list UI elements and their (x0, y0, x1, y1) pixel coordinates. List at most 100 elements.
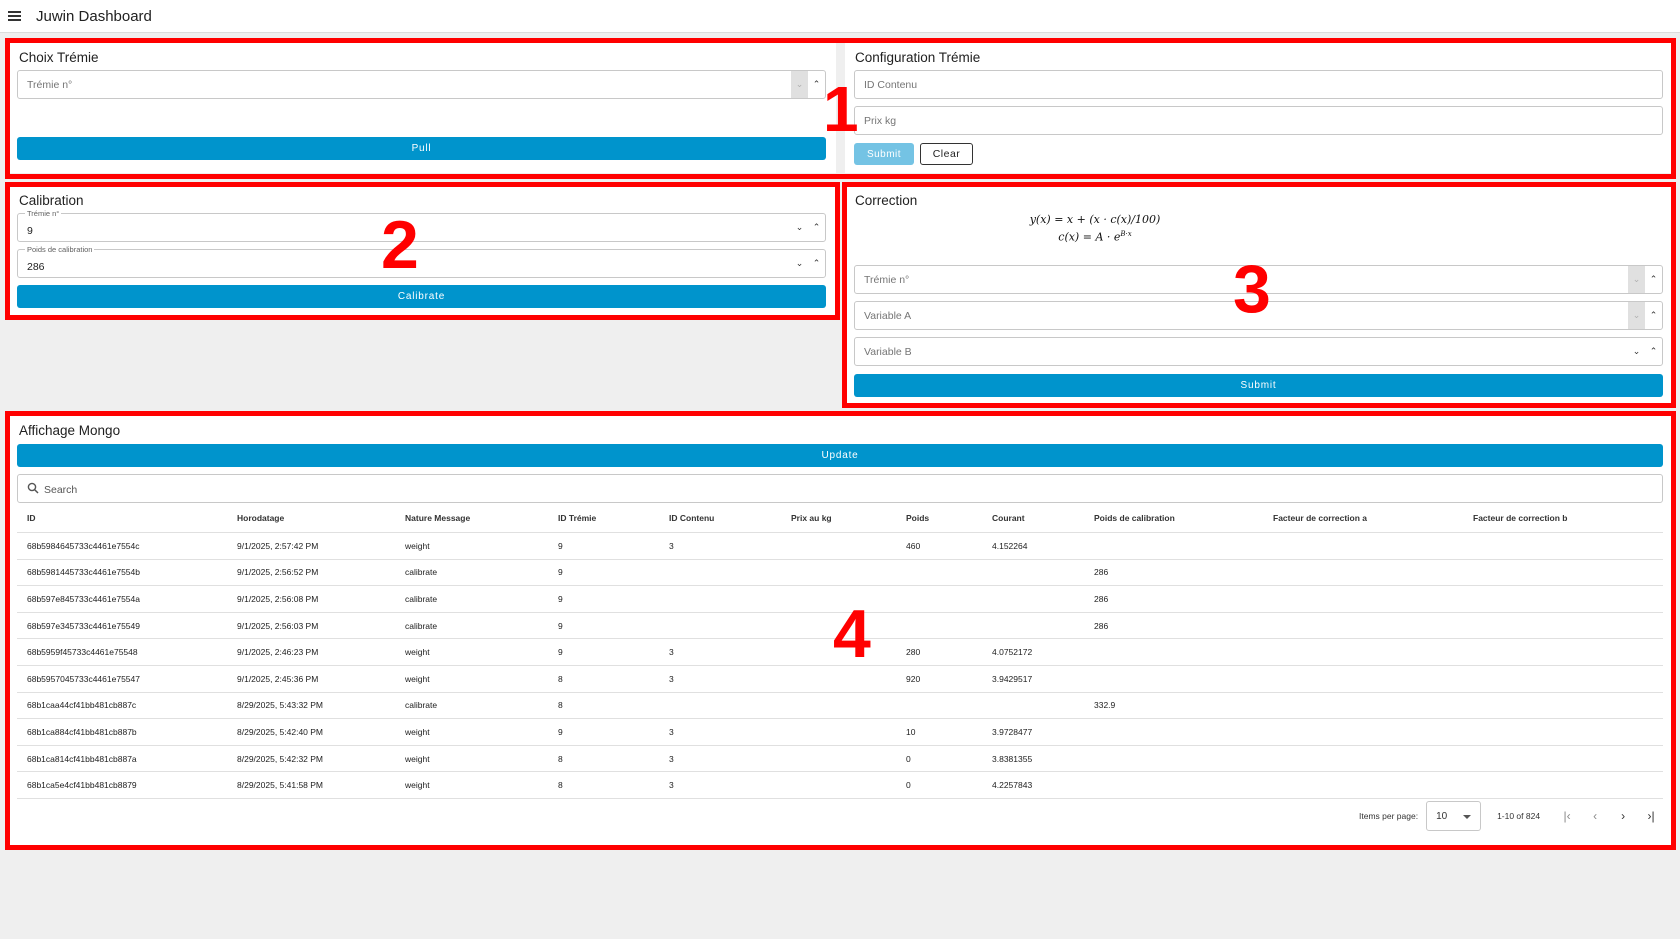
table-row: 68b597e845733c4461e7554a 9/1/2025, 2:56:0… (17, 586, 1663, 613)
table-cell: 8 (558, 753, 563, 764)
table-cell: 68b597e345733c4461e75549 (27, 620, 140, 631)
correction-submit-button[interactable]: Submit (854, 374, 1663, 397)
config-tremie-panel: Configuration Trémie ID Contenu Prix kg … (845, 42, 1671, 173)
calibrate-button[interactable]: Calibrate (17, 285, 826, 308)
menu-icon[interactable] (8, 11, 21, 21)
table-cell: 9/1/2025, 2:56:03 PM (237, 620, 319, 631)
chevron-down-icon: ⌄ (1628, 302, 1645, 329)
table-row: 68b1ca884cf41bb481cb887b 8/29/2025, 5:42:… (17, 719, 1663, 746)
prix-kg-input[interactable]: Prix kg (854, 106, 1663, 135)
chevron-down-icon[interactable]: ⌄ (791, 250, 808, 277)
table-cell: 9 (558, 567, 563, 578)
table-cell: 0 (906, 780, 911, 791)
column-header: Nature Message (405, 513, 471, 523)
table-cell: 3 (669, 647, 674, 658)
table-cell: 3 (669, 753, 674, 764)
choix-tremie-title: Choix Trémie (19, 50, 99, 65)
table-cell: 68b1ca814cf41bb481cb887a (27, 753, 137, 764)
variable-b-placeholder: Variable B (864, 346, 912, 358)
chevron-up-icon[interactable]: ⌃ (1645, 266, 1662, 293)
column-header: Facteur de correction b (1473, 513, 1568, 523)
correction-title: Correction (855, 193, 918, 208)
table-cell: 286 (1094, 567, 1109, 578)
table-row: 68b1caa44cf41bb481cb887c 8/29/2025, 5:43:… (17, 693, 1663, 720)
table-cell: 3 (669, 780, 674, 791)
variable-b-input[interactable]: Variable B ⌄ ⌃ (854, 337, 1663, 366)
choix-tremie-panel: Choix Trémie Trémie n° ⌄ ⌃ Pull (9, 42, 836, 173)
caret-down-icon (1463, 815, 1472, 819)
config-clear-button[interactable]: Clear (920, 143, 973, 165)
table-cell: 3 (669, 673, 674, 684)
table-cell: 9 (558, 620, 563, 631)
chevron-down-icon[interactable]: ⌄ (1628, 338, 1645, 365)
table-cell: 68b1caa44cf41bb481cb887c (27, 700, 137, 711)
column-header: Horodatage (237, 513, 285, 523)
column-header: ID Trémie (558, 513, 597, 523)
table-cell: 9/1/2025, 2:56:52 PM (237, 567, 319, 578)
variable-a-placeholder: Variable A (864, 310, 912, 322)
table-cell: 68b5959f45733c4461e75548 (27, 647, 138, 658)
table-body: 68b5984645733c4461e7554c 9/1/2025, 2:57:4… (17, 533, 1663, 799)
chevron-up-icon[interactable]: ⌃ (808, 250, 825, 277)
table-cell: 286 (1094, 593, 1109, 604)
chevron-down-icon[interactable]: ⌄ (791, 214, 808, 241)
table-cell: 68b5984645733c4461e7554c (27, 540, 140, 551)
choix-tremie-input[interactable]: Trémie n° ⌄ ⌃ (17, 70, 826, 99)
search-input[interactable]: Search (17, 474, 1663, 503)
next-page-icon[interactable]: › (1614, 807, 1632, 825)
table-cell: 920 (906, 673, 921, 684)
chevron-up-icon[interactable]: ⌃ (808, 71, 825, 98)
update-button[interactable]: Update (17, 444, 1663, 467)
formula-c: c(x) = A · eB·x (995, 230, 1195, 244)
prix-kg-placeholder: Prix kg (864, 115, 897, 127)
table-cell: 280 (906, 647, 921, 658)
table-cell: calibrate (405, 620, 438, 631)
table-cell: 8/29/2025, 5:43:32 PM (237, 700, 324, 711)
table-header: ID Horodatage Nature Message ID Trémie ID Co… (17, 504, 1663, 533)
table-cell: 8 (558, 780, 563, 791)
table-cell: 3.8381355 (992, 753, 1033, 764)
previous-page-icon[interactable]: ‹ (1586, 807, 1604, 825)
table-row: 68b1ca5e4cf41bb481cb8879 8/29/2025, 5:41:… (17, 772, 1663, 799)
poids-calibration-label: Poids de calibration (25, 245, 95, 254)
table-cell: 9 (558, 540, 563, 551)
calibration-title: Calibration (19, 193, 84, 208)
table-cell: weight (405, 647, 430, 658)
variable-a-input[interactable]: Variable A ⌄ ⌃ (854, 301, 1663, 330)
table-cell: 3 (669, 726, 674, 737)
table-cell: 68b5957045733c4461e75547 (27, 673, 140, 684)
table-cell: 8/29/2025, 5:41:58 PM (237, 780, 324, 791)
chevron-up-icon[interactable]: ⌃ (1645, 302, 1662, 329)
table-cell: 4.2257843 (992, 780, 1033, 791)
chevron-up-icon[interactable]: ⌃ (808, 214, 825, 241)
table-cell: weight (405, 780, 430, 791)
config-tremie-title: Configuration Trémie (855, 50, 981, 65)
table-cell: 460 (906, 540, 921, 551)
items-per-page-select[interactable]: 10 (1426, 801, 1482, 831)
table-row: 68b5959f45733c4461e75548 9/1/2025, 2:46:2… (17, 639, 1663, 666)
id-contenu-placeholder: ID Contenu (864, 79, 918, 91)
first-page-icon[interactable]: |‹ (1558, 807, 1576, 825)
table-cell: 9 (558, 593, 563, 604)
table-cell: 8 (558, 673, 563, 684)
correction-tremie-input[interactable]: Trémie n° ⌄ ⌃ (854, 265, 1663, 294)
table-cell: 68b1ca884cf41bb481cb887b (27, 726, 137, 737)
pull-button[interactable]: Pull (17, 137, 826, 160)
last-page-icon[interactable]: ›| (1642, 807, 1660, 825)
table-cell: 9/1/2025, 2:57:42 PM (237, 540, 319, 551)
calibration-tremie-value: 9 (27, 225, 33, 237)
chevron-down-icon: ⌄ (791, 71, 808, 98)
table-cell: 0 (906, 753, 911, 764)
table-cell: 8/29/2025, 5:42:40 PM (237, 726, 324, 737)
calibration-tremie-label: Trémie n° (25, 209, 62, 218)
id-contenu-input[interactable]: ID Contenu (854, 70, 1663, 99)
table-cell: weight (405, 540, 430, 551)
poids-calibration-input[interactable]: Poids de calibration 286 ⌄ ⌃ (17, 245, 826, 278)
config-submit-button[interactable]: Submit (854, 143, 914, 165)
table-cell: 8 (558, 700, 563, 711)
calibration-tremie-input[interactable]: Trémie n° 9 ⌄ ⌃ (17, 209, 826, 242)
table-row: 68b597e345733c4461e75549 9/1/2025, 2:56:0… (17, 613, 1663, 640)
table-cell: 68b597e845733c4461e7554a (27, 593, 140, 604)
chevron-up-icon[interactable]: ⌃ (1645, 338, 1662, 365)
table-row: 68b5957045733c4461e75547 9/1/2025, 2:45:3… (17, 666, 1663, 693)
